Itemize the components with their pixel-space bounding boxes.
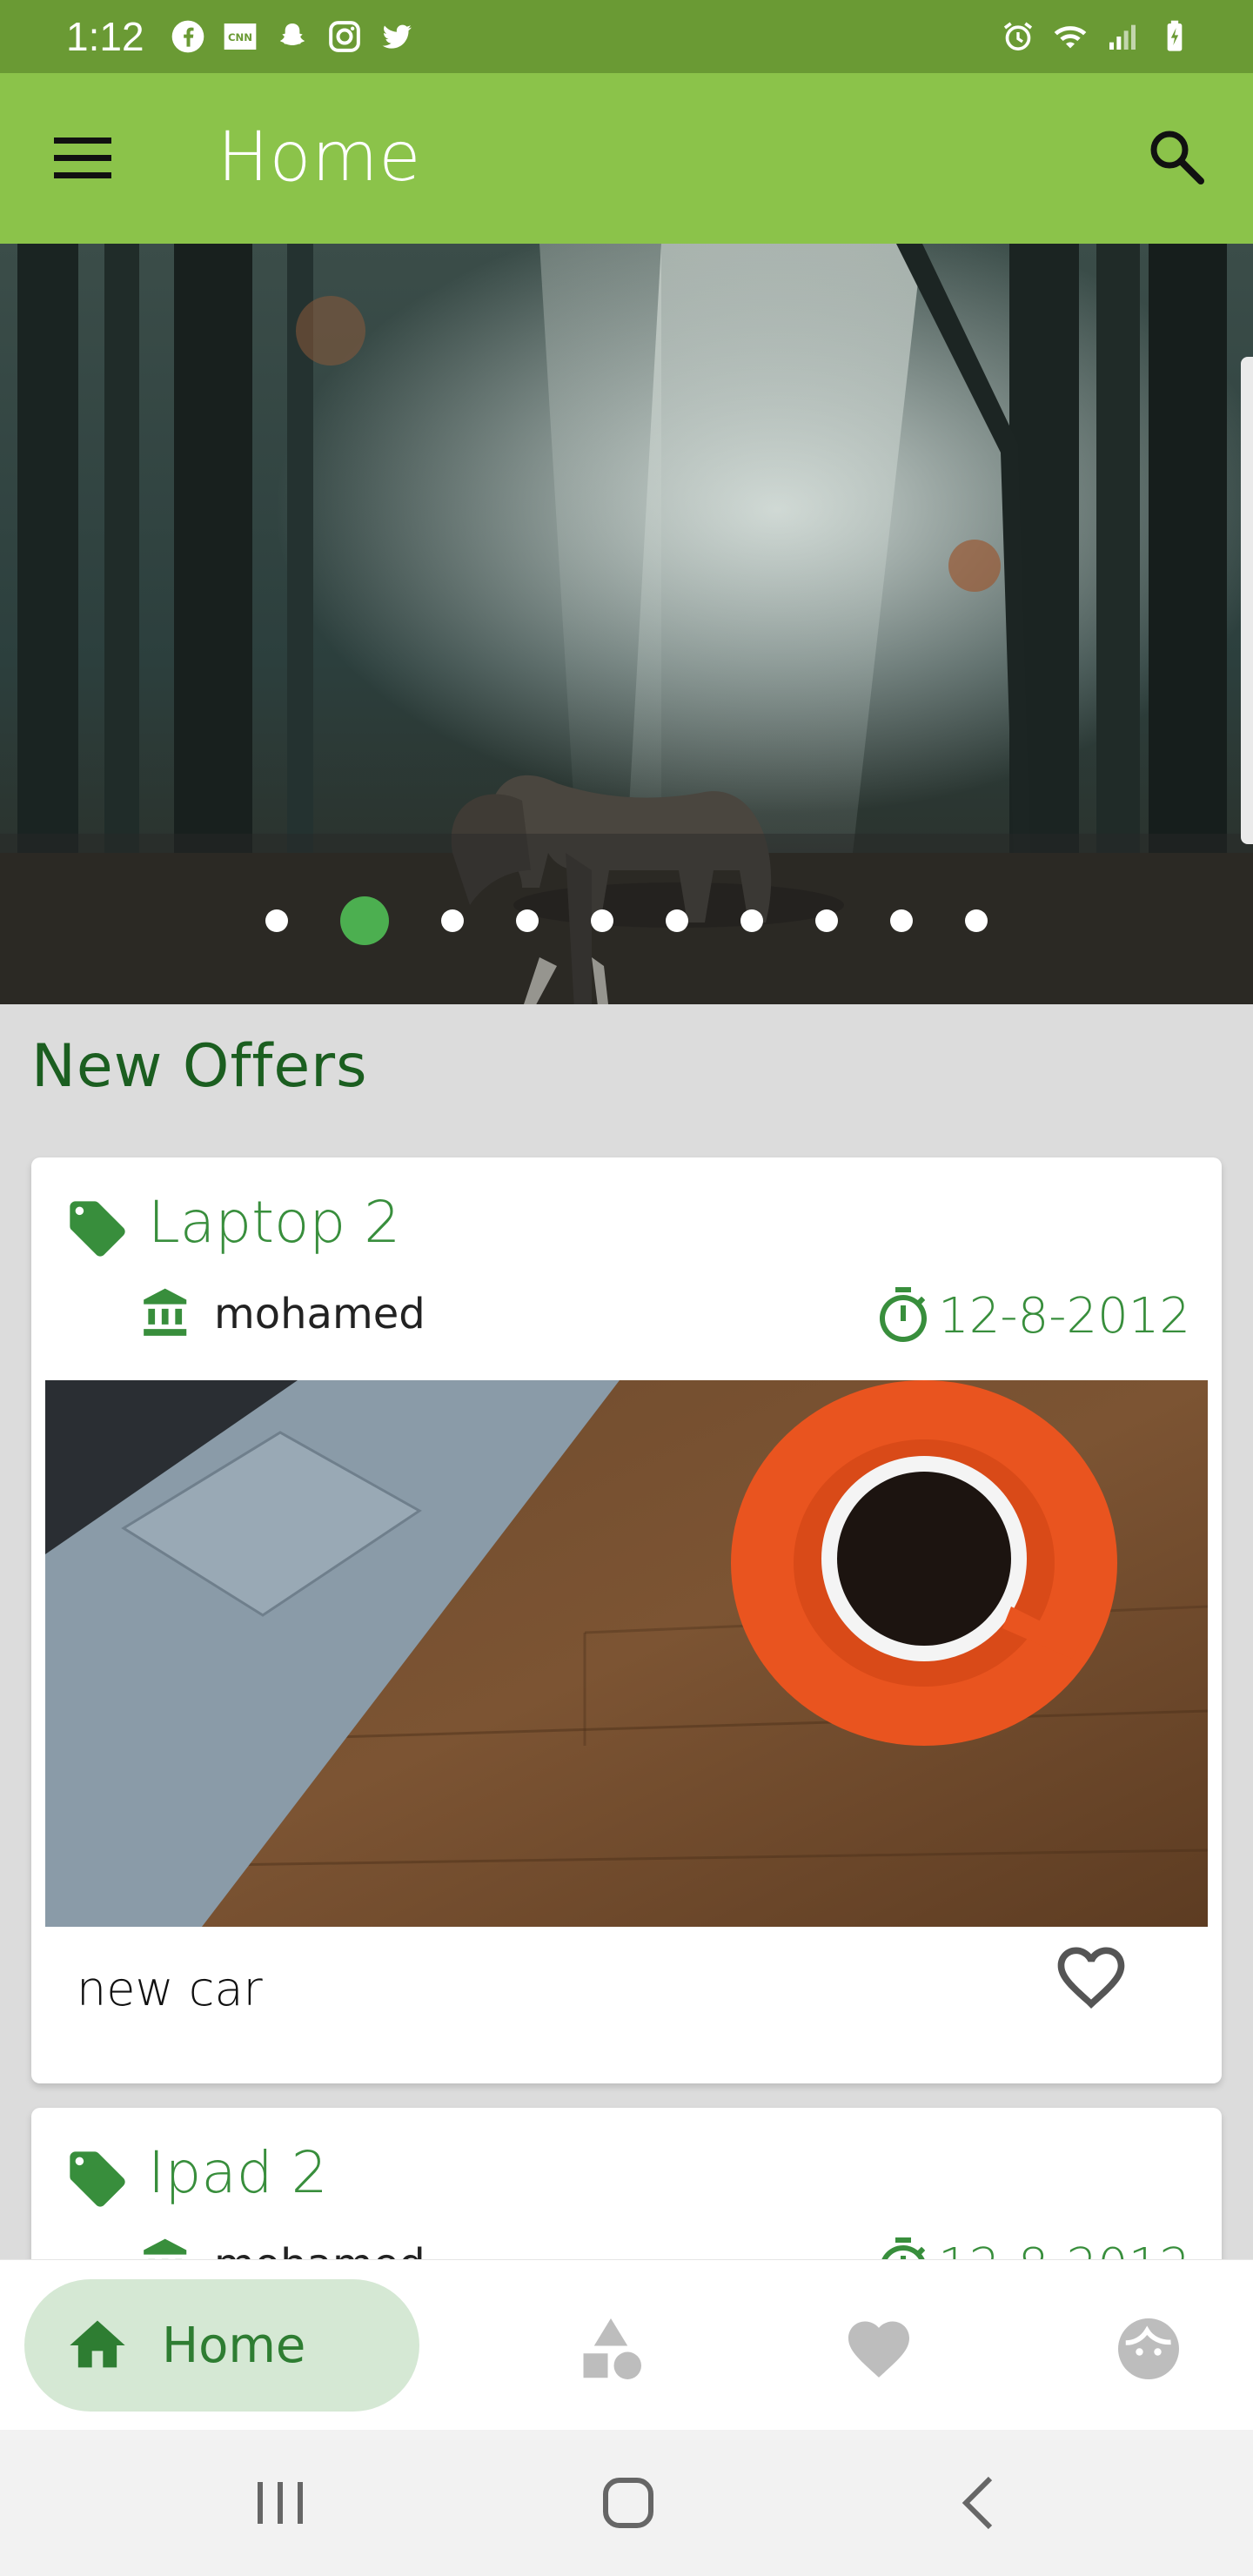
facebook-icon [171,20,204,53]
battery-icon [1167,20,1183,51]
carousel-dot-active[interactable] [340,896,389,945]
status-bar: 1:12 CNN [0,0,1253,73]
hero-carousel[interactable] [0,244,1253,1004]
timer-icon [880,1287,927,1342]
status-time: 1:12 [66,14,144,59]
tag-icon [70,1201,125,1257]
app-bar: Home [0,73,1253,244]
snapchat-icon [279,23,305,45]
offer-card[interactable]: Laptop 2 mohamed 12-8-2012 new car [31,1157,1222,2083]
offer-date: 12-8-2012 [938,1288,1190,1345]
carousel-dot[interactable] [890,909,913,932]
carousel-dot[interactable] [965,909,988,932]
cnn-icon: CNN [224,23,256,50]
recents-icon[interactable] [245,2468,315,2538]
signal-icon [1109,24,1136,50]
profile-icon[interactable] [1112,2312,1185,2385]
offer-title: Laptop 2 [148,1189,401,1256]
menu-icon[interactable] [54,134,113,183]
carousel-dot[interactable] [815,909,838,932]
carousel-dot[interactable] [591,909,613,932]
carousel-dot[interactable] [516,909,539,932]
section-title: New Offers [31,1032,368,1101]
categories-icon[interactable] [574,2312,647,2385]
edge-panel-handle[interactable] [1241,357,1253,844]
bank-icon [144,1288,187,1336]
offer-user: mohamed [214,1290,425,1338]
twitter-icon [382,24,412,49]
offer-title: Ipad 2 [148,2139,328,2206]
offer-description: new car [77,1962,263,2016]
carousel-dots[interactable] [0,896,1253,945]
laptop-coffee-image [45,1380,1208,1927]
page-title: Home [218,118,422,197]
wifi-icon [1054,26,1087,49]
carousel-dot[interactable] [265,909,288,932]
search-icon[interactable] [1145,125,1208,188]
system-status-icons [1001,19,1218,54]
favorites-heart-icon[interactable] [842,2312,915,2385]
carousel-dot[interactable] [666,909,688,932]
nav-home-label: Home [162,2317,306,2374]
notification-icons: CNN [171,19,414,54]
back-icon[interactable] [945,2468,1015,2538]
bottom-navigation: Home [0,2259,1253,2430]
home-icon [70,2320,125,2368]
alarm-icon [1003,22,1033,51]
svg-text:CNN: CNN [227,31,251,44]
offer-image[interactable] [45,1380,1208,1927]
home-circle-icon[interactable] [593,2468,663,2538]
carousel-dot[interactable] [441,909,464,932]
carousel-dot[interactable] [740,909,763,932]
instagram-icon [328,21,360,52]
tag-icon [70,2151,125,2207]
nav-home-tab[interactable]: Home [24,2279,419,2412]
favorite-heart-icon[interactable] [1048,1937,1135,2017]
system-navigation-bar [0,2430,1253,2576]
